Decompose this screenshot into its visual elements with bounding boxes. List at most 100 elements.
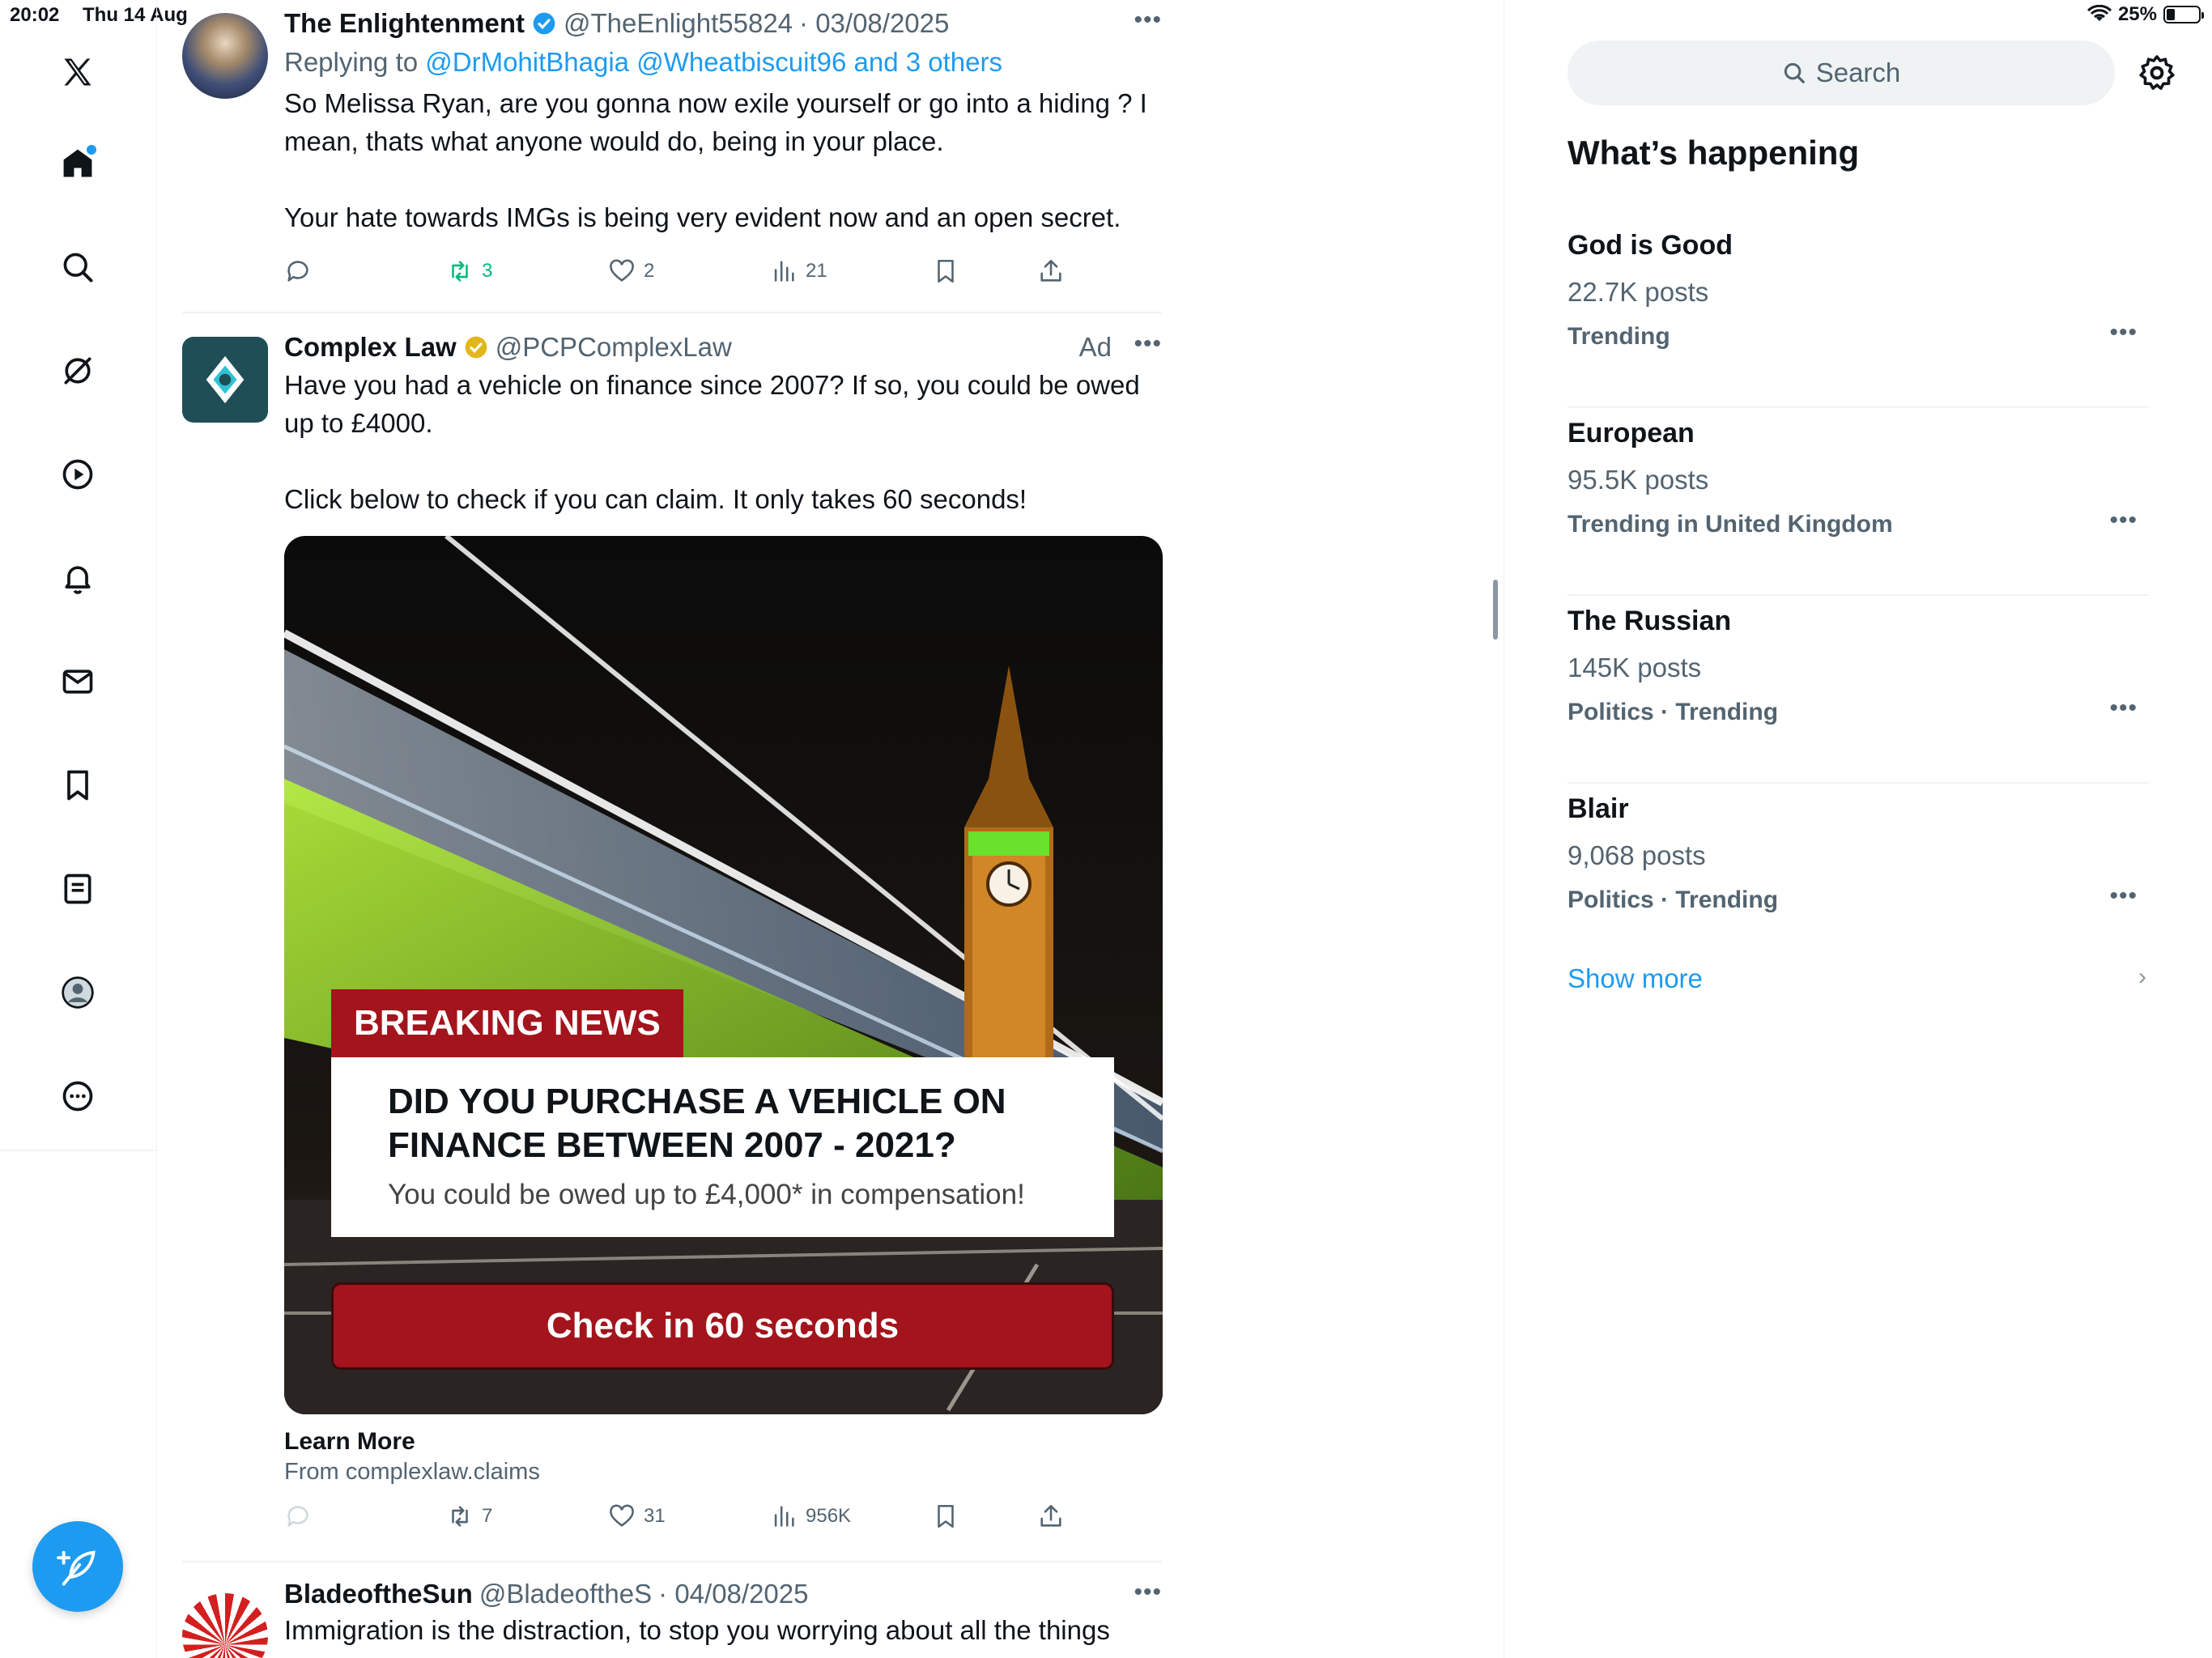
ad-image[interactable]: BREAKING NEWS DID YOU PURCHASE A VEHICLE… [284,536,1163,1414]
tweet-date[interactable]: · 03/08/2025 [799,8,949,39]
retweet-button[interactable]: 7 [446,1503,492,1530]
home-notification-dot [87,145,96,155]
trend-item[interactable]: The Russian 145K posts Politics · Trendi… [1568,596,2149,784]
avatar[interactable] [182,13,268,99]
bookmarks-icon[interactable] [53,760,103,810]
compose-post-button[interactable] [32,1521,123,1612]
retweet-icon [452,261,468,282]
avatar[interactable] [182,337,268,423]
views-count: 956K [806,1505,852,1527]
trend-count: 9,068 posts [1568,840,1706,870]
like-count: 31 [644,1505,666,1527]
trend-context: Politics · Trending [1568,699,1779,725]
tweet-date[interactable]: · 04/08/2025 [658,1579,808,1609]
bookmark-icon [938,1504,954,1528]
author-name[interactable]: BladeoftheSun [284,1579,473,1609]
reply-button[interactable] [284,1503,312,1530]
lists-icon[interactable] [53,864,103,914]
trend-more-icon[interactable]: ••• [2109,507,2138,534]
notifications-bell-icon[interactable] [53,553,103,603]
profile-avatar-icon[interactable] [53,967,103,1018]
search-placeholder: Search [1815,57,1901,87]
replying-prefix: Replying to [284,47,426,77]
tweet-more-icon[interactable]: ••• [1134,6,1162,34]
replying-to-users[interactable]: @DrMohitBhagia @Wheatbiscuit96 and 3 oth… [425,47,1002,77]
author-handle[interactable]: @TheEnlight55824 [564,8,793,39]
trend-item[interactable]: European 95.5K posts Trending in United … [1568,408,2149,596]
author-handle[interactable]: @BladeoftheS [479,1579,652,1609]
tweet-divider [182,312,1162,313]
show-more-link[interactable]: Show more [1568,963,1703,994]
trend-name: European [1568,418,1695,449]
messages-mail-icon[interactable] [53,657,103,707]
left-navigation [0,0,157,1658]
search-icon [1784,62,1805,83]
tweet-text: So Melissa Ryan, are you gonna now exile… [284,88,1147,232]
author-name[interactable]: Complex Law [284,332,457,363]
breaking-news-banner: BREAKING NEWS [331,989,683,1057]
views-count: 21 [806,260,827,282]
chevron-right-icon: › [2138,963,2146,990]
author-handle[interactable]: @PCPComplexLaw [496,332,732,363]
tweet-text: Immigration is the distraction, to stop … [284,1615,1110,1645]
trend-context: Politics · Trending [1568,886,1779,913]
retweet-count: 3 [482,260,493,282]
heart-icon [610,1504,634,1527]
bookmark-button[interactable] [932,257,959,285]
trend-more-icon[interactable]: ••• [2109,882,2138,910]
like-button[interactable]: 31 [608,1503,666,1530]
compose-feather-icon [57,1550,96,1586]
retweet-button[interactable]: 3 [446,257,492,285]
tweet-complex-law-ad[interactable]: Complex Law @PCPComplexLaw Have you had … [182,314,1163,1562]
search-icon[interactable] [53,242,103,292]
trend-more-icon[interactable]: ••• [2109,319,2138,346]
avatar[interactable] [182,1593,268,1658]
card-source[interactable]: From complexlaw.claims [284,1459,540,1486]
gold-verified-badge-icon [465,336,487,359]
scrollbar-handle[interactable] [1493,580,1498,640]
check-in-60-seconds-button[interactable]: Check in 60 seconds [331,1282,1114,1370]
reply-button[interactable] [284,257,312,285]
nav-divider [0,1150,156,1151]
whats-happening-title: What’s happening [1568,134,1860,172]
trend-more-icon[interactable]: ••• [2109,695,2138,722]
views-button[interactable]: 21 [770,257,827,285]
author-name[interactable]: The Enlightenment [284,8,525,39]
tweet-enlightenment[interactable]: The Enlightenment @TheEnlight55824 · 03/… [182,0,1162,314]
trend-item[interactable]: Blair 9,068 posts Politics · Trending ••… [1568,784,2149,971]
video-icon[interactable] [53,449,103,500]
ad-headline: DID YOU PURCHASE A VEHICLE ON FINANCE BE… [388,1082,1006,1165]
share-icon [1040,1504,1061,1527]
tweet-header: Complex Law @PCPComplexLaw [284,332,1163,363]
retweet-icon [452,1506,468,1527]
grok-icon[interactable] [53,346,103,396]
tweet-actions: 3 2 21 [284,257,1163,290]
tweet-header: The Enlightenment @TheEnlight55824 · 03/… [284,8,1163,39]
share-button[interactable] [1037,257,1065,285]
right-sidebar: Search What’s happening God is Good 22.7… [1504,0,2212,1658]
settings-gear-icon[interactable] [2138,53,2176,92]
like-button[interactable]: 2 [608,257,654,285]
card-title[interactable]: Learn More [284,1428,415,1456]
trend-name: The Russian [1568,606,1732,636]
tweet-header: BladeoftheSun @BladeoftheS · 04/08/2025 [284,1579,1162,1609]
bookmark-icon [938,259,954,283]
tweet-more-icon[interactable]: ••• [1134,1579,1162,1606]
tweet-bladeofthesun[interactable]: BladeoftheSun @BladeoftheS · 04/08/2025 … [182,1562,1162,1658]
home-icon[interactable] [53,138,103,189]
trend-item[interactable]: God is Good 22.7K posts Trending ••• [1568,220,2149,408]
tweet-more-icon[interactable]: ••• [1134,330,1162,358]
ad-subheadline: You could be owed up to £4,000* in compe… [388,1179,1025,1210]
x-logo-icon[interactable] [53,47,103,97]
views-button[interactable]: 956K [770,1503,851,1530]
trend-context: Trending [1568,323,1670,350]
share-button[interactable] [1037,1503,1065,1530]
search-input[interactable]: Search [1568,40,2115,105]
ad-headline-card: DID YOU PURCHASE A VEHICLE ON FINANCE BE… [331,1057,1114,1237]
bookmark-button[interactable] [932,1503,959,1530]
heart-icon [610,259,634,282]
like-count: 2 [644,260,655,282]
more-options-icon[interactable] [53,1071,103,1121]
share-icon [1040,259,1061,282]
trend-context: Trending in United Kingdom [1568,511,1893,538]
